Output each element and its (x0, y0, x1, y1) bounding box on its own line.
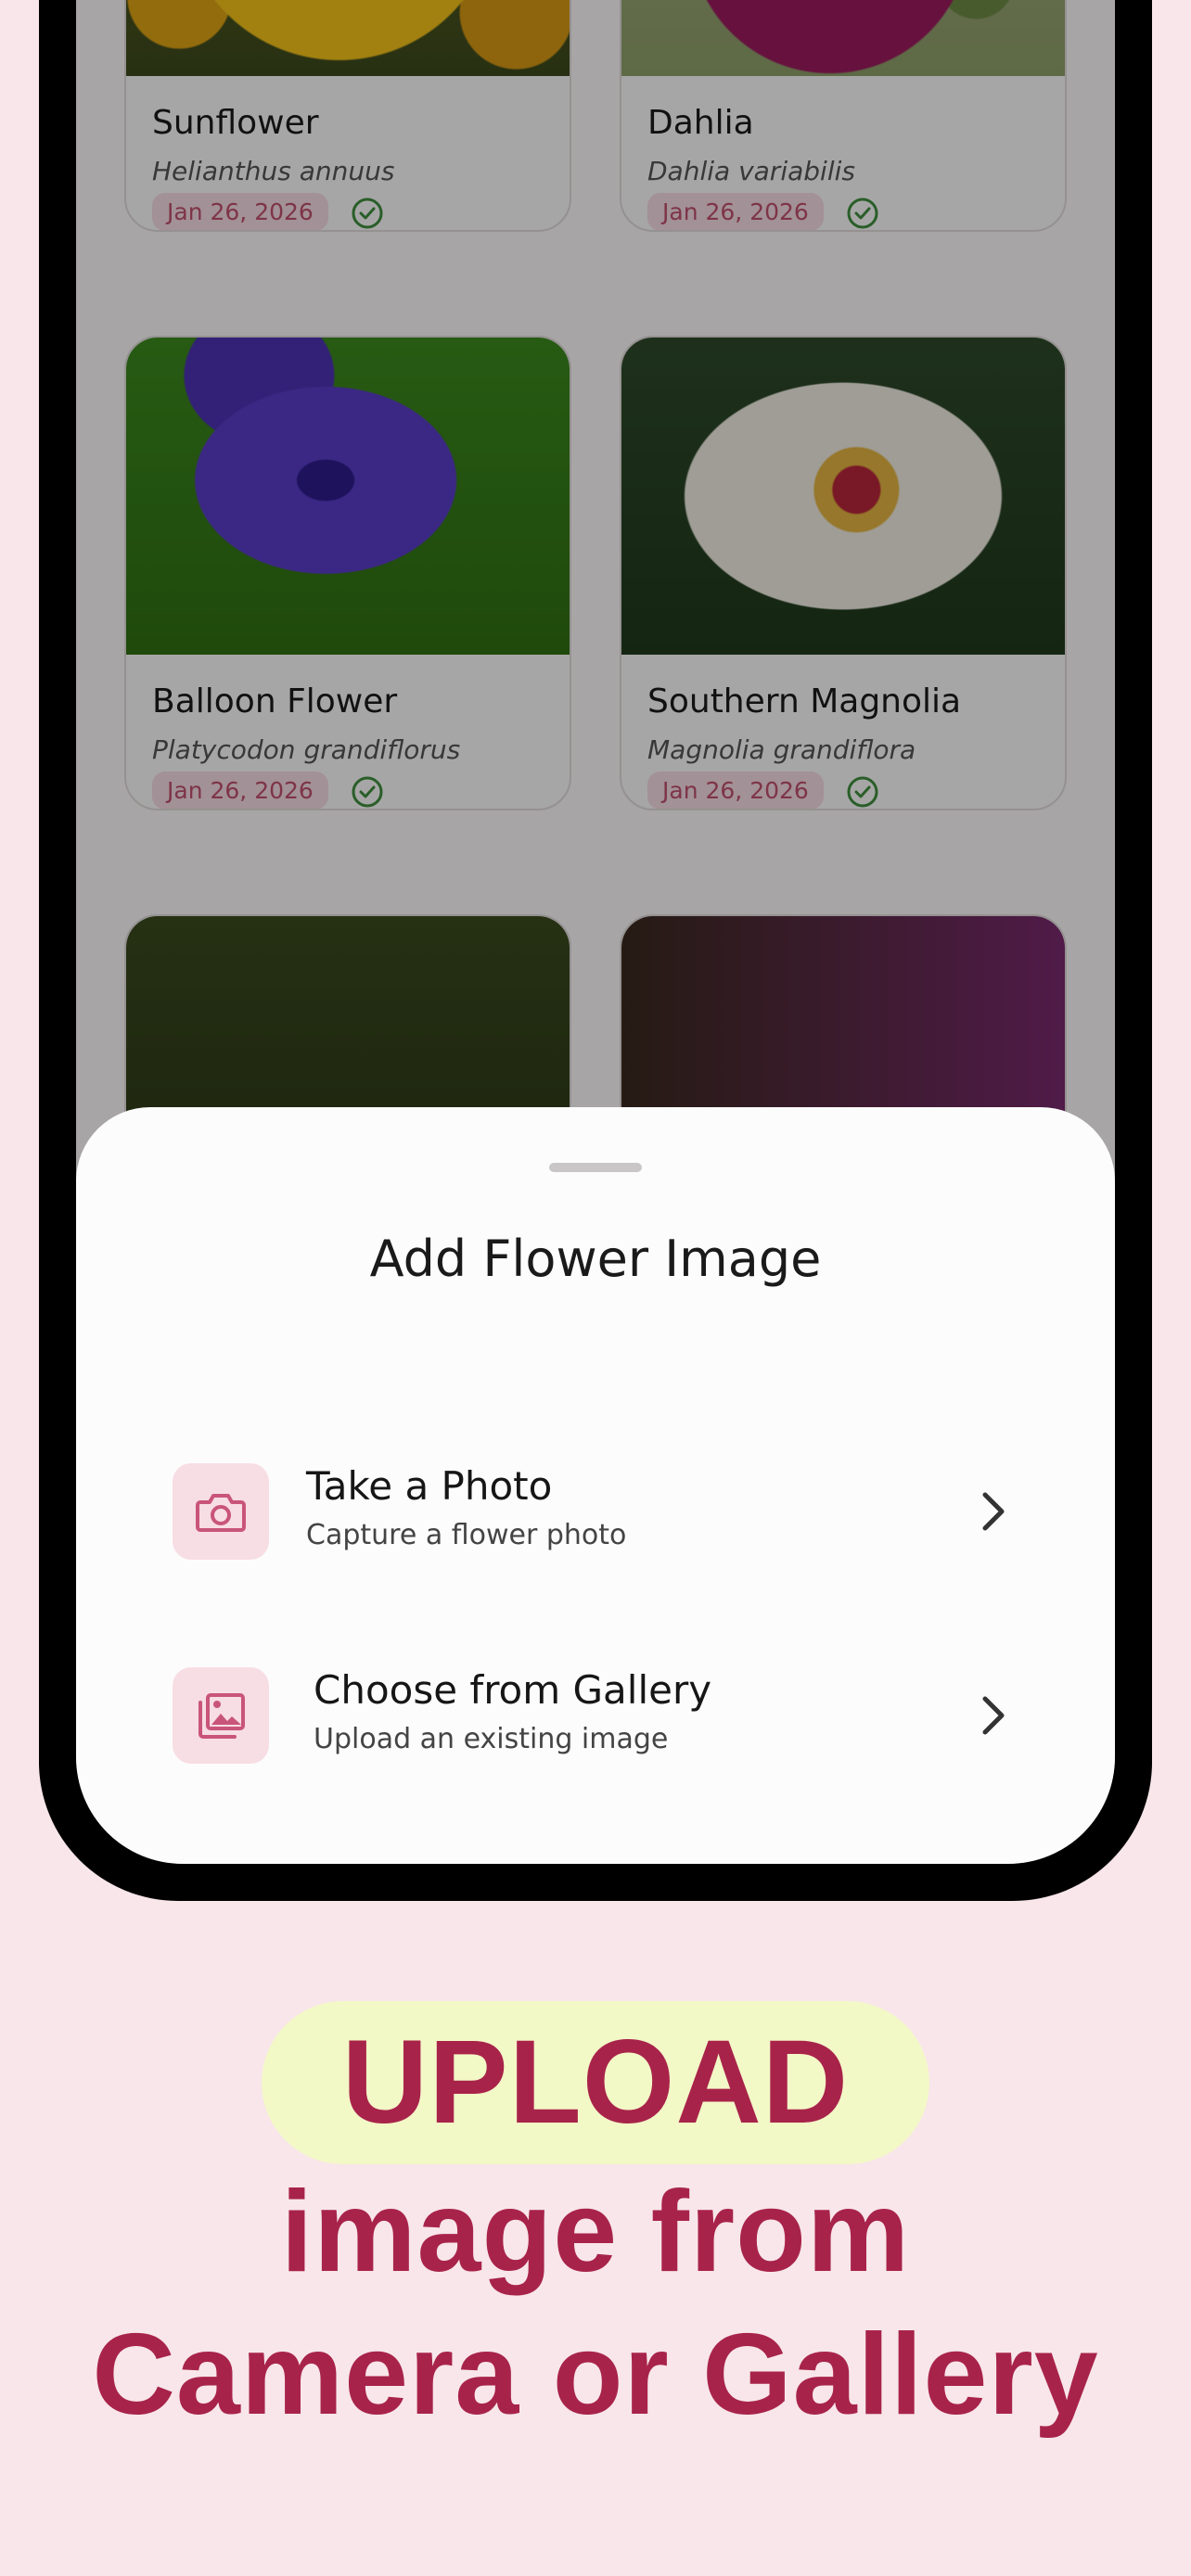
gallery-icon (173, 1667, 269, 1764)
option-label: Choose from Gallery (314, 1667, 712, 1713)
chevron-right-icon (982, 1492, 1005, 1531)
drag-handle[interactable] (549, 1163, 642, 1172)
option-subtitle: Upload an existing image (314, 1723, 669, 1755)
promo-line-2: image from (280, 2168, 911, 2296)
option-subtitle: Capture a flower photo (306, 1519, 627, 1551)
chevron-right-icon (982, 1696, 1005, 1735)
camera-icon (173, 1463, 269, 1560)
app-screen: Sunflower Helianthus annuus Jan 26, 2026… (76, 0, 1115, 1864)
take-photo-option[interactable]: Take a Photo Capture a flower photo (173, 1463, 1018, 1565)
add-image-bottom-sheet: Add Flower Image Take a Photo Capture a … (76, 1107, 1115, 1864)
option-label: Take a Photo (306, 1463, 553, 1509)
promo-line-3: Camera or Gallery (92, 2311, 1099, 2439)
phone-frame: Sunflower Helianthus annuus Jan 26, 2026… (39, 0, 1152, 1901)
choose-gallery-option[interactable]: Choose from Gallery Upload an existing i… (173, 1667, 1018, 1769)
promo-headline: UPLOAD (341, 2016, 850, 2149)
sheet-title: Add Flower Image (369, 1230, 822, 1288)
